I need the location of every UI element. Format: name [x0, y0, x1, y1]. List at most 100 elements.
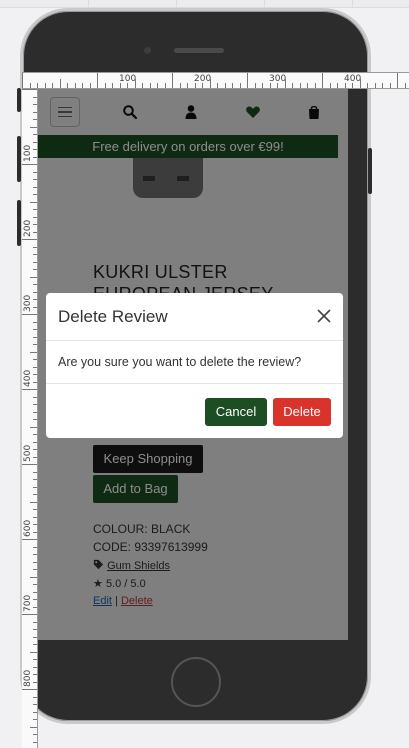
ruler-tick: [262, 83, 263, 88]
horizontal-ruler: 100 200 300 400: [22, 72, 409, 89]
ruler-tick: [239, 83, 241, 88]
ruler-tick: [299, 83, 301, 88]
vertical-ruler: 100 200 300 400 500 600 700 800: [22, 89, 38, 748]
ruler-tick: [82, 83, 83, 88]
ruler-tick: [374, 83, 376, 88]
ruler-tick: [52, 83, 53, 88]
ruler-tick: [30, 651, 37, 653]
ruler-tick: [22, 389, 37, 390]
ruler-tick: [329, 83, 331, 88]
speaker-grille: [174, 48, 224, 53]
delete-review-modal: Delete Review Are you sure you want to d…: [46, 293, 343, 438]
ruler-label: 300: [23, 294, 33, 312]
modal-header: Delete Review: [46, 293, 343, 341]
ruler-tick: [22, 89, 37, 90]
ruler-tick: [112, 83, 113, 88]
ruler-tick: [277, 83, 278, 88]
ruler-tick: [209, 79, 211, 88]
ruler-tick: [29, 83, 31, 88]
ruler-tick: [202, 83, 203, 88]
ruler-tick: [269, 83, 271, 88]
ruler-tick: [33, 734, 37, 735]
ruler-tick: [22, 614, 37, 615]
ruler-tick: [22, 464, 37, 465]
ruler-tick: [314, 83, 316, 88]
ruler-label: 600: [23, 519, 33, 537]
ruler-tick: [33, 696, 37, 698]
ruler-tick: [30, 276, 37, 278]
ruler-tick: [33, 666, 37, 668]
ruler-tick: [22, 689, 37, 690]
ruler-tick: [59, 79, 61, 88]
ruler-tick: [322, 73, 323, 88]
ruler-tick: [97, 73, 98, 88]
ruler-tick: [172, 73, 173, 88]
ruler-tick: [382, 83, 383, 88]
ruler-tick: [142, 83, 143, 88]
ruler-tick: [30, 501, 37, 503]
ruler-tick: [247, 73, 248, 88]
ruler-tick: [33, 659, 37, 660]
ruler-label: 400: [23, 369, 33, 387]
ruler-tick: [157, 83, 158, 88]
close-icon[interactable]: [317, 309, 331, 323]
ruler-tick: [337, 83, 338, 88]
ruler-tick: [30, 201, 37, 203]
ruler-tick: [404, 83, 406, 88]
delete-button[interactable]: Delete: [273, 398, 331, 426]
cancel-button[interactable]: Cancel: [205, 398, 267, 426]
ruler-tick: [44, 83, 46, 88]
side-button-left-2: [17, 136, 21, 182]
ruler-tick: [232, 83, 233, 88]
ruler-tick: [74, 83, 76, 88]
ruler-tick: [359, 79, 361, 88]
ruler-tick: [37, 83, 38, 88]
ruler-tick: [30, 576, 37, 578]
camera-icon: [144, 47, 151, 54]
ruler-tick: [307, 83, 308, 88]
ruler-tick: [179, 83, 181, 88]
ruler-tick: [352, 83, 353, 88]
ruler-tick: [22, 73, 23, 88]
ruler-tick: [367, 83, 368, 88]
ruler-label: 800: [23, 669, 33, 687]
ruler-tick: [67, 83, 68, 88]
ruler-tick: [104, 83, 106, 88]
ruler-tick: [33, 704, 37, 705]
ruler-tick: [22, 539, 37, 540]
ruler-tick: [187, 83, 188, 88]
side-button-left-3: [17, 200, 21, 246]
modal-message: Are you sure you want to delete the revi…: [58, 355, 302, 369]
ruler-tick: [33, 681, 37, 683]
top-strip: [0, 0, 409, 8]
ruler-tick: [119, 83, 121, 88]
ruler-tick: [30, 351, 37, 353]
ruler-tick: [30, 126, 37, 128]
ruler-label: 700: [23, 594, 33, 612]
ruler-label: 200: [23, 219, 33, 237]
ruler-tick: [134, 79, 136, 88]
ruler-tick: [33, 719, 37, 720]
ruler-tick: [22, 164, 37, 165]
ruler-tick: [389, 83, 391, 88]
ruler-tick: [33, 711, 37, 713]
ruler-tick: [22, 239, 37, 240]
ruler-tick: [397, 73, 398, 88]
ruler-tick: [284, 79, 286, 88]
ruler-tick: [344, 83, 346, 88]
ruler-tick: [254, 83, 256, 88]
ruler-label: 100: [23, 144, 33, 162]
ruler-tick: [30, 426, 37, 428]
ruler-tick: [217, 83, 218, 88]
ruler-tick: [194, 83, 196, 88]
ruler-tick: [292, 83, 293, 88]
modal-footer: Cancel Delete: [46, 383, 343, 438]
ruler-tick: [22, 314, 37, 315]
ruler-tick: [89, 83, 91, 88]
ruler-tick: [127, 83, 128, 88]
ruler-tick: [224, 83, 226, 88]
home-button[interactable]: [171, 657, 221, 707]
ruler-tick: [33, 674, 37, 675]
ruler-tick: [33, 644, 37, 645]
side-button-left-1: [17, 88, 21, 112]
